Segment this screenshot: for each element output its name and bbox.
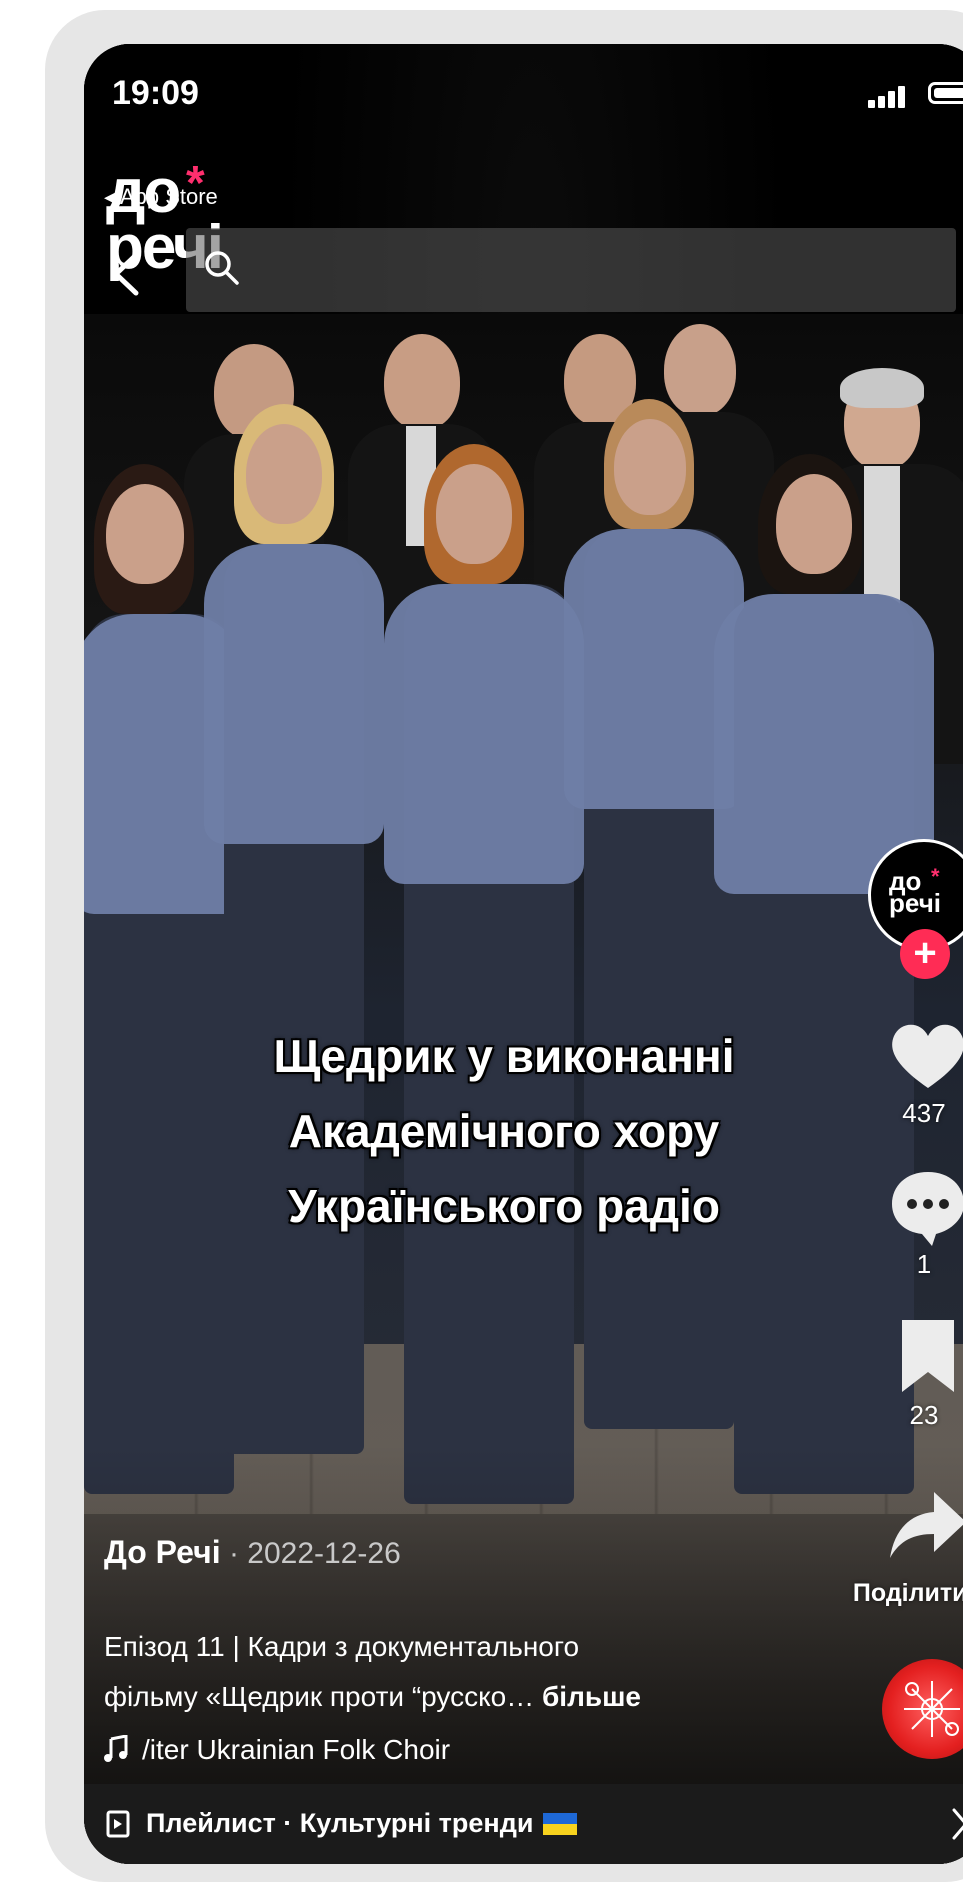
caption-line-2: фільму «Щедрик проти “русско… (104, 1681, 535, 1712)
playlist-label: Плейлист · Культурні тренди (146, 1808, 578, 1839)
back-to-app-store-link[interactable]: ◂ App Store (104, 184, 218, 210)
playlist-text: Плейлист · Культурні тренди (146, 1808, 534, 1838)
back-arrow-icon[interactable] (106, 249, 146, 299)
avatar-logo-line2: речі (889, 888, 942, 919)
caption-header: До Речі · 2022-12-26 (104, 1534, 804, 1571)
search-bar[interactable] (186, 228, 956, 312)
avatar-star-icon: * (931, 864, 940, 889)
playlist-icon (106, 1810, 130, 1838)
video-subtitle-line-3: Українського радіо (288, 1180, 720, 1232)
music-disc-icon[interactable] (882, 1659, 963, 1759)
music-track-name: /iter Ukrainian Folk Choir (142, 1734, 451, 1765)
share-arrow-icon[interactable] (886, 1484, 963, 1568)
video-subtitle-line-1: Щедрик у виконанні (273, 1030, 735, 1082)
author-name[interactable]: До Речі (104, 1534, 221, 1570)
search-icon (205, 251, 239, 285)
status-bar: 19:09 (84, 44, 963, 144)
video-subtitle-line-2: Академічного хору (288, 1105, 720, 1157)
music-track[interactable]: /iter Ukrainian Folk Choir (104, 1734, 450, 1766)
playlist-bar[interactable]: Плейлист · Культурні тренди (84, 1784, 963, 1864)
post-date: · 2022-12-26 (220, 1537, 401, 1570)
phone-screen: 19:09 до речі * ◂ App Store Щедрик у вик… (84, 44, 963, 1864)
comment-count: 1 (916, 1249, 932, 1279)
like-heart-icon[interactable] (886, 1014, 963, 1098)
ukraine-flag-icon (543, 1813, 578, 1835)
more-link[interactable]: більше (534, 1681, 641, 1712)
caption-description[interactable]: Епізод 11 | Кадри з документального філь… (104, 1622, 641, 1722)
status-time: 19:09 (112, 74, 199, 112)
chevron-right-icon[interactable] (950, 1806, 963, 1842)
bookmark-count: 23 (909, 1400, 939, 1430)
video-player[interactable] (84, 44, 963, 1864)
back-triangle-icon: ◂ (104, 184, 120, 209)
caption-line-1: Епізод 11 | Кадри з документального (104, 1631, 580, 1662)
app-store-label: App Store (119, 184, 218, 209)
signal-icon (868, 86, 908, 108)
follow-button[interactable]: + (900, 929, 950, 979)
bookmark-icon[interactable] (886, 1314, 963, 1398)
like-count: 437 (902, 1098, 946, 1128)
share-label[interactable]: Поділитися (853, 1579, 963, 1608)
music-note-icon (104, 1735, 128, 1762)
comment-bubble-icon[interactable] (886, 1164, 963, 1248)
battery-icon (928, 82, 963, 104)
snowflake-pattern-icon (904, 1681, 960, 1737)
